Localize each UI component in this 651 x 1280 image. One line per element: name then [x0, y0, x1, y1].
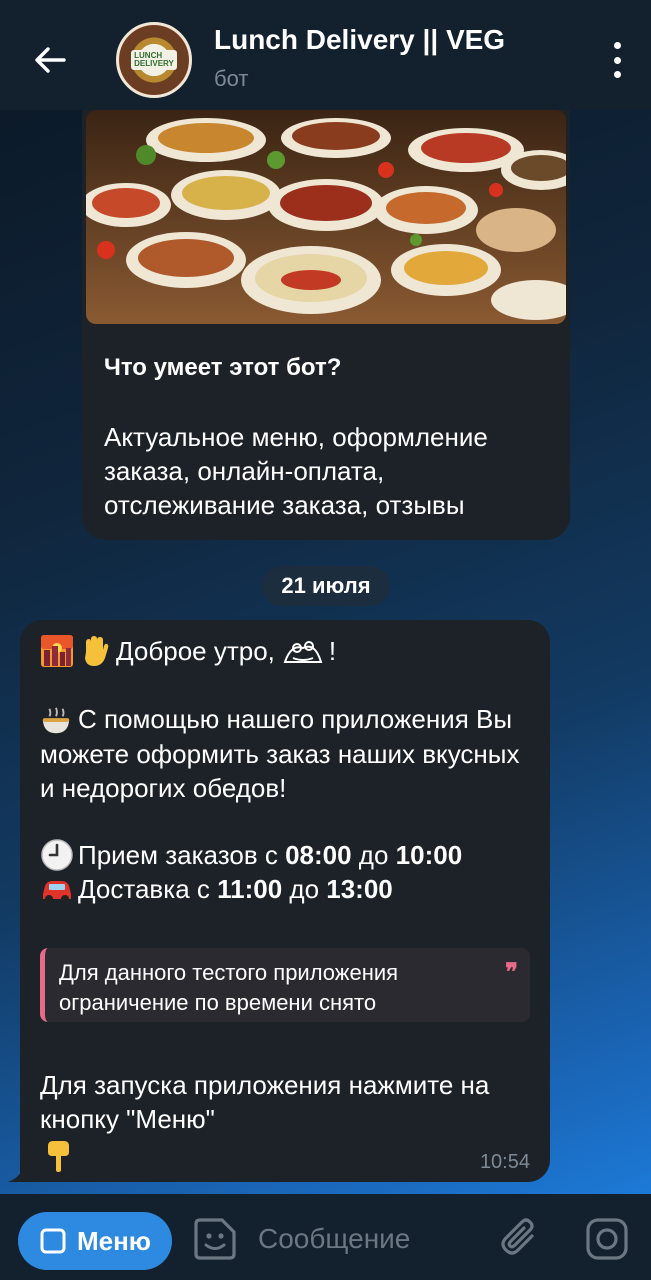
orders-mid: до — [351, 840, 396, 870]
intro-text: Актуальное меню, оформление заказа, онла… — [104, 422, 488, 520]
composer-bar: Меню — [0, 1194, 651, 1280]
delivery-line: Доставка с 11:00 до 13:00 — [40, 872, 393, 906]
arrow-left-icon — [35, 47, 66, 73]
food-image — [86, 110, 566, 324]
orders-prefix: Прием заказов с — [78, 840, 286, 870]
delivery-from: 11:00 — [217, 874, 283, 904]
menu-button-label: Меню — [76, 1225, 152, 1256]
back-button[interactable] — [28, 38, 72, 82]
quote-block: Для данного тестого приложения ограничен… — [40, 948, 530, 1022]
bowl-icon — [42, 707, 70, 734]
orders-line: Прием заказов с 08:00 до 10:00 — [40, 838, 462, 872]
orders-to: 10:00 — [395, 840, 463, 870]
chat-header: LUNCH DELIVERY Lunch Delivery || VEG бот — [0, 0, 651, 110]
clock-icon — [41, 839, 73, 871]
quote-mark-icon: ❞ — [505, 959, 518, 986]
sticker-icon[interactable] — [192, 1216, 238, 1262]
delivery-to: 13:00 — [326, 874, 393, 904]
app-description-text: С помощью нашего приложения Вы можете оф… — [40, 704, 520, 804]
frog-sticker-icon — [283, 641, 323, 663]
delivery-mid: до — [282, 874, 327, 904]
quote-text: Для данного тестого приложения ограничен… — [59, 960, 399, 1015]
message-time: 10:54 — [479, 1151, 530, 1173]
menu-button[interactable]: Меню — [18, 1212, 172, 1270]
dot-icon — [613, 71, 621, 78]
car-icon — [43, 881, 71, 903]
bot-avatar[interactable]: LUNCH DELIVERY — [116, 22, 192, 98]
dot-icon — [613, 42, 621, 49]
bot-intro-card: Что умеет этот бот? Актуальное меню, офо… — [82, 90, 570, 540]
menu-square-icon — [40, 1228, 66, 1254]
chat-title[interactable]: Lunch Delivery || VEG — [214, 24, 505, 56]
camera-icon[interactable] — [584, 1216, 630, 1262]
chat-subtitle: бот — [214, 66, 249, 91]
message-input[interactable] — [258, 1216, 488, 1262]
waving-hand-icon — [85, 636, 109, 666]
orders-from: 08:00 — [285, 840, 352, 870]
intro-heading: Что умеет этот бот? — [104, 354, 342, 381]
launch-instruction: Для запуска приложения нажмите на кнопку… — [40, 1070, 490, 1134]
avatar-logo: LUNCH DELIVERY — [131, 50, 177, 70]
sunrise-city-icon — [41, 635, 73, 667]
delivery-prefix: Доставка с — [78, 874, 218, 904]
bot-message[interactable]: Доброе утро, ! С помощью нашего приложен… — [20, 620, 550, 1182]
pointing-down-icon — [48, 1141, 69, 1172]
greeting-end: ! — [328, 636, 337, 666]
date-separator: 21 июля — [262, 566, 390, 606]
paperclip-icon[interactable] — [498, 1216, 542, 1260]
greeting-text: Доброе утро, — [116, 636, 275, 666]
dot-icon — [613, 56, 621, 64]
greeting-line: Доброе утро, ! — [40, 634, 336, 668]
more-options-button[interactable] — [609, 42, 625, 78]
app-description: С помощью нашего приложения Вы можете оф… — [40, 702, 540, 805]
